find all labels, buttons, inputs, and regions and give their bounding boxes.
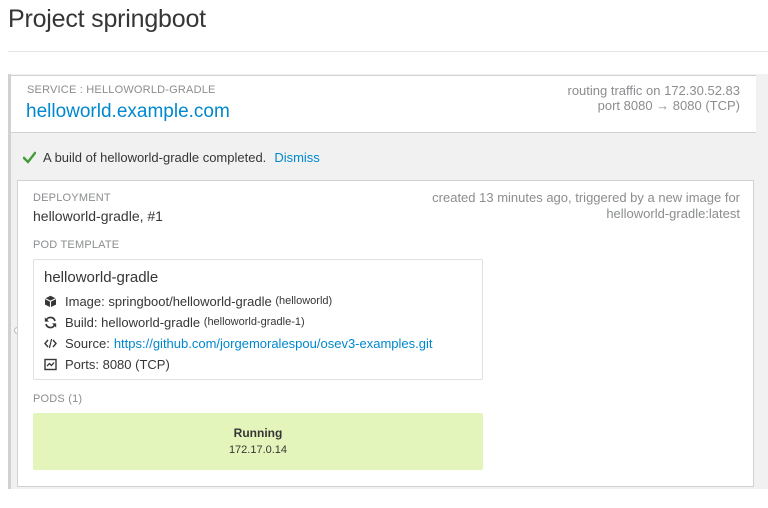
build-alert: A build of helloworld-gradle completed. … [23,148,320,166]
dismiss-link[interactable]: Dismiss [274,150,320,165]
image-tag: (helloworld) [275,295,333,307]
deployment-name: helloworld-gradle, #1 [33,208,163,224]
service-card: SERVICE : HELLOWORLD-GRADLE helloworld.e… [10,75,756,133]
title-divider [8,51,768,52]
pod-template-box: helloworld-gradle Image: springboot/hell… [33,259,483,380]
alert-message: A build of helloworld-gradle completed. [43,149,267,165]
deployment-meta-created: created 13 minutes ago, triggered by a n… [432,190,740,205]
source-repo-link[interactable]: https://github.com/jorgemoralespou/osev3… [114,336,433,351]
pod-template-ports-row: Ports: 8080 (TCP) [44,356,170,372]
routing-ip: routing traffic on 172.30.52.83 [567,83,741,98]
refresh-icon [44,316,57,328]
image-label: Image: [65,293,105,309]
network-port-icon [44,358,57,370]
page-title: Project springboot [8,5,206,33]
source-label: Source: [65,335,110,351]
image-value: springboot/helloworld-gradle [108,293,272,309]
code-icon [44,338,57,348]
service-label: SERVICE : HELLOWORLD-GRADLE [27,84,216,96]
pod-template-image-row: Image: springboot/helloworld-gradle (hel… [44,293,332,309]
routing-port: port 8080 → 8080 (TCP) [597,98,740,113]
deployment-label: DEPLOYMENT [33,192,111,204]
pod-ip: 172.17.0.14 [228,444,288,456]
pod-template-source-row: Source: https://github.com/jorgemoralespo… [44,335,432,351]
routing-info: routing traffic on 172.30.52.83 port 808… [568,83,741,113]
check-icon [23,150,36,164]
build-label: Build: [65,314,98,330]
build-value: helloworld-gradle [101,314,201,330]
ports-label: Ports: [65,356,99,372]
pod-template-name: helloworld-gradle [44,269,159,286]
cube-icon [44,295,57,307]
pod-template-build-row: Build: helloworld-gradle (helloworld-gra… [44,314,305,330]
pod-status-box[interactable]: Running 172.17.0.14 [33,413,483,470]
pod-template-label: POD TEMPLATE [33,239,120,251]
pod-status: Running [233,426,283,440]
deployment-meta-trigger: helloworld-gradle:latest [606,206,740,221]
build-number: (helloworld-gradle-1) [203,316,305,328]
service-host-link[interactable]: helloworld.example.com [26,101,230,123]
pods-label: PODS (1) [33,393,83,405]
deployment-card: DEPLOYMENT helloworld-gradle, #1 created… [17,180,754,487]
deployment-meta: created 13 minutes ago, triggered by a n… [432,190,740,222]
ports-value: 8080 (TCP) [102,356,170,372]
